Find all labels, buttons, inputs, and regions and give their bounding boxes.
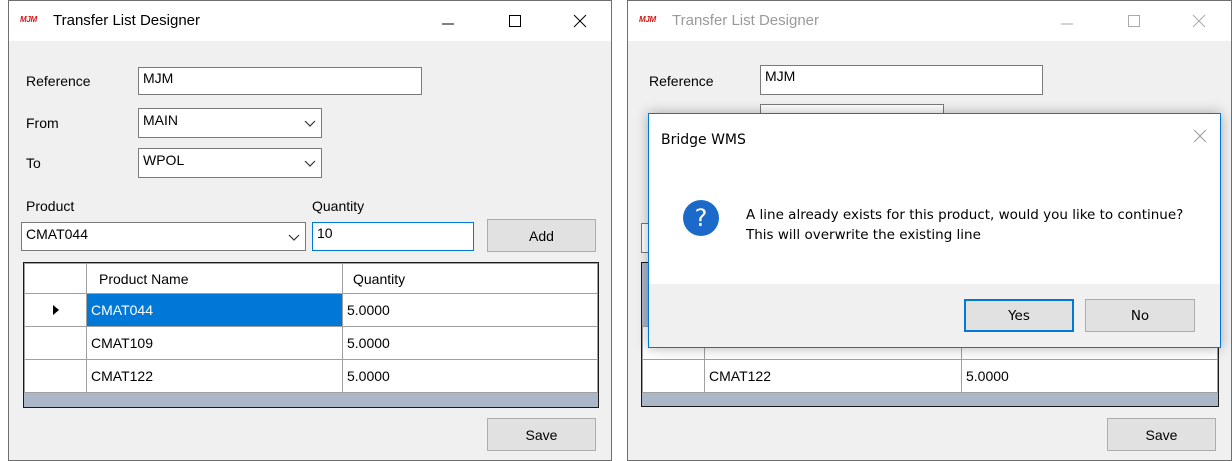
cell-product[interactable]: CMAT109 — [86, 326, 343, 360]
transfer-list-window-left: MJM Transfer List Designer Reference MJM… — [8, 0, 612, 461]
dialog-content: Bridge WMS ? A line already exists for t… — [649, 114, 1220, 284]
grid-table: Product Name Quantity CMAT044 5.0000 CMA… — [24, 263, 598, 393]
question-icon: ? — [683, 200, 719, 236]
minimize-button[interactable] — [1044, 1, 1090, 41]
row-selector[interactable] — [24, 359, 87, 393]
title-bar[interactable]: MJM Transfer List Designer — [9, 1, 611, 41]
cell-product[interactable]: CMAT122 — [86, 359, 343, 393]
maximize-button[interactable] — [1111, 1, 1157, 41]
title-bar[interactable]: MJM Transfer List Designer — [628, 1, 1231, 41]
table-row[interactable]: CMAT122 5.0000 — [24, 359, 598, 393]
grid-header-row: Product Name Quantity — [24, 263, 598, 294]
maximize-button[interactable] — [492, 1, 538, 41]
table-row[interactable]: CMAT109 5.0000 — [24, 326, 598, 360]
cell-quantity[interactable]: 5.0000 — [961, 359, 1218, 393]
from-value: MAIN — [143, 112, 178, 128]
to-value: WPOL — [143, 152, 185, 168]
current-row-icon — [52, 305, 59, 315]
from-label: From — [26, 115, 59, 131]
row-selector[interactable] — [24, 293, 87, 327]
cell-quantity[interactable]: 5.0000 — [342, 326, 598, 360]
column-header-quantity[interactable]: Quantity — [342, 263, 598, 294]
reference-label: Reference — [26, 73, 91, 89]
yes-button[interactable]: Yes — [964, 299, 1074, 332]
close-icon — [1192, 14, 1206, 28]
row-header-corner — [24, 263, 87, 294]
dialog-close-button[interactable] — [1192, 128, 1208, 144]
from-select[interactable]: MAIN — [138, 108, 322, 138]
reference-input[interactable]: MJM — [138, 67, 422, 95]
window-title: Transfer List Designer — [672, 12, 819, 29]
close-button[interactable] — [1176, 1, 1222, 41]
chevron-down-icon — [288, 234, 300, 241]
save-button[interactable]: Save — [487, 418, 596, 451]
to-label: To — [26, 155, 41, 171]
chevron-down-icon — [304, 160, 316, 167]
product-label: Product — [26, 198, 75, 214]
to-select[interactable]: WPOL — [138, 148, 322, 178]
quantity-label: Quantity — [312, 198, 365, 214]
cell-quantity[interactable]: 5.0000 — [342, 293, 598, 327]
add-button[interactable]: Add — [487, 219, 596, 252]
window-title: Transfer List Designer — [53, 12, 200, 29]
app-logo: MJM — [20, 15, 37, 24]
chevron-down-icon — [304, 120, 316, 127]
no-button[interactable]: No — [1085, 299, 1195, 332]
product-select[interactable]: CMAT044 — [21, 222, 306, 251]
column-header-product[interactable]: Product Name — [86, 263, 343, 294]
minimize-icon — [1061, 23, 1073, 25]
table-row[interactable]: CMAT122 5.0000 — [642, 359, 1218, 393]
quantity-input[interactable]: 10 — [312, 222, 474, 251]
maximize-icon — [509, 15, 521, 27]
table-row[interactable]: CMAT044 5.0000 — [24, 293, 598, 327]
product-value: CMAT044 — [26, 226, 88, 242]
row-selector[interactable] — [24, 326, 87, 360]
close-icon — [1193, 129, 1207, 143]
close-button[interactable] — [557, 1, 603, 41]
cell-product[interactable]: CMAT044 — [86, 293, 343, 327]
app-logo: MJM — [639, 15, 656, 24]
cell-quantity[interactable]: 5.0000 — [342, 359, 598, 393]
reference-input[interactable]: MJM — [760, 65, 1043, 95]
minimize-icon — [442, 23, 454, 25]
transfer-lines-grid[interactable]: Product Name Quantity CMAT044 5.0000 CMA… — [23, 262, 599, 408]
row-selector[interactable] — [642, 359, 705, 393]
dialog-message: A line already exists for this product, … — [746, 207, 1184, 243]
close-icon — [573, 14, 587, 28]
maximize-icon — [1128, 15, 1140, 27]
confirm-dialog: Bridge WMS ? A line already exists for t… — [648, 113, 1221, 348]
reference-label: Reference — [649, 73, 714, 89]
save-button[interactable]: Save — [1107, 418, 1216, 451]
cell-product[interactable]: CMAT122 — [704, 359, 962, 393]
minimize-button[interactable] — [425, 1, 471, 41]
dialog-title: Bridge WMS — [661, 132, 746, 148]
